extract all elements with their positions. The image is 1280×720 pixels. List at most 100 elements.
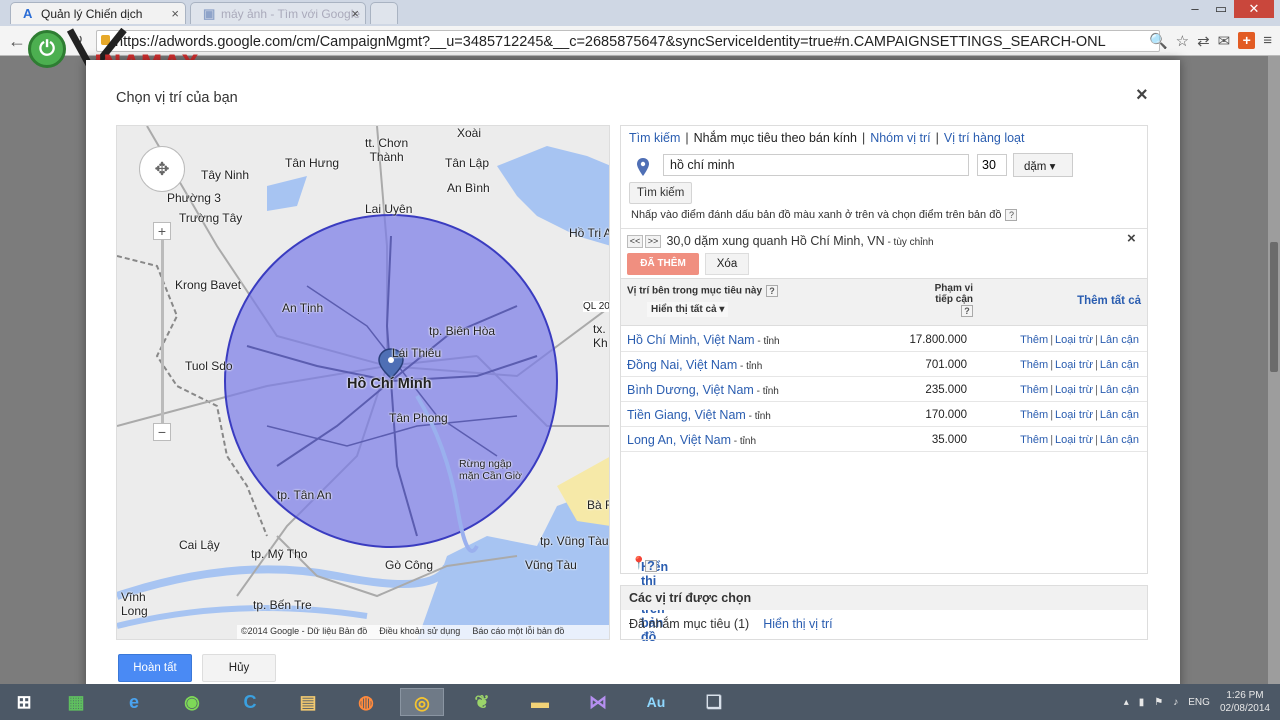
mode-radius-link[interactable]: Nhắm mục tiêu theo bán kính (694, 131, 857, 145)
internet-explorer-icon[interactable]: e (112, 688, 156, 716)
row-actions: Thêm | Loại trừ | Lân cận (1020, 334, 1139, 346)
location-link[interactable]: Long An, Việt Nam - tỉnh (627, 433, 756, 447)
map-pan-control-icon[interactable]: ✥ (139, 146, 185, 192)
add-link[interactable]: Thêm (1020, 434, 1048, 446)
dialog-close-icon[interactable]: × (1136, 84, 1148, 107)
tab-campaign-management[interactable]: A Quản lý Chiến dịch × (10, 2, 186, 24)
remove-result-icon[interactable]: × (1127, 230, 1136, 247)
app-green-icon[interactable]: ◉ (170, 688, 214, 716)
flag-icon[interactable]: ⚑ (1154, 697, 1163, 708)
show-locations-link[interactable]: Hiển thị vị trí (763, 617, 832, 631)
location-pin-icon[interactable] (637, 158, 649, 176)
folder-icon[interactable]: ▬ (518, 688, 562, 716)
zoom-out-button[interactable]: − (153, 423, 171, 441)
remove-button[interactable]: Xóa (705, 253, 749, 275)
nearby-link[interactable]: Lân cận (1100, 359, 1139, 371)
map-label: Xoài (457, 126, 482, 140)
add-link[interactable]: Thêm (1020, 384, 1048, 396)
search-button[interactable]: Tìm kiếm (629, 182, 693, 204)
visual-studio-icon[interactable]: ⋈ (576, 688, 620, 716)
tab-close-icon[interactable]: × (171, 6, 179, 21)
windows-start-icon[interactable]: ⊞ (2, 688, 46, 716)
map-report-link[interactable]: Báo cáo một lỗi bản đồ (472, 626, 564, 638)
mode-search-link[interactable]: Tìm kiếm (629, 131, 680, 145)
firefox-icon[interactable]: ◍ (344, 688, 388, 716)
location-link[interactable]: Tiền Giang, Việt Nam - tỉnh (627, 408, 771, 422)
chrome-icon[interactable]: ◎ (400, 688, 444, 716)
map-label: Tây Ninh (201, 168, 250, 182)
column-header-location: Vị trí bên trong mục tiêu này? (627, 285, 779, 297)
help-icon[interactable]: ? (1005, 209, 1018, 222)
add-link[interactable]: Thêm (1020, 409, 1048, 421)
row-actions: Thêm | Loại trừ | Lân cận (1020, 384, 1139, 396)
network-icon[interactable]: ▮ (1139, 697, 1145, 708)
exclude-link[interactable]: Loại trừ (1055, 334, 1093, 346)
add-all-link[interactable]: Thêm tất cả (1077, 295, 1141, 307)
zoom-in-button[interactable]: + (153, 222, 171, 240)
bookmark-star-icon[interactable]: ☆ (1176, 32, 1189, 50)
mode-group-link[interactable]: Nhóm vị trí (870, 131, 930, 145)
exclude-link[interactable]: Loại trừ (1055, 359, 1093, 371)
map-view[interactable]: ✥ + − Xoài tt. Chơn Thành Tây Ninh Phườn… (116, 125, 610, 640)
google-plus-icon[interactable]: + (1238, 32, 1256, 49)
add-link[interactable]: Thêm (1020, 334, 1048, 346)
app-document-icon[interactable]: ❏ (692, 688, 736, 716)
prev-arrow-icon[interactable]: << (627, 235, 643, 249)
audition-icon[interactable]: Au (634, 688, 678, 716)
cancel-button[interactable]: Hủy (202, 654, 276, 682)
show-all-dropdown[interactable]: Hiển thị tất cả ▾ (647, 302, 729, 317)
zoom-icon[interactable]: 🔍 (1149, 32, 1168, 50)
next-arrow-icon[interactable]: >> (645, 235, 661, 249)
map-label: Vĩnh Long (121, 590, 148, 618)
table-row: Hồ Chí Minh, Việt Nam - tỉnh 17.800.000 … (621, 327, 1147, 352)
app-leaf-icon[interactable]: ❦ (460, 688, 504, 716)
mode-bulk-link[interactable]: Vị trí hàng loạt (944, 131, 1025, 145)
help-icon[interactable]: ? (645, 560, 657, 572)
location-link[interactable]: Hồ Chí Minh, Việt Nam - tỉnh (627, 333, 780, 347)
exclude-link[interactable]: Loại trừ (1055, 409, 1093, 421)
done-button[interactable]: Hoàn tất (118, 654, 192, 682)
file-explorer-icon[interactable]: ▤ (286, 688, 330, 716)
location-search-input[interactable] (663, 154, 969, 176)
exclude-link[interactable]: Loại trừ (1055, 384, 1093, 396)
maximize-icon[interactable]: ▭ (1208, 0, 1234, 18)
nearby-link[interactable]: Lân cận (1100, 384, 1139, 396)
url-field[interactable]: https://adwords.google.com/cm/CampaignMg… (96, 30, 1160, 52)
add-link[interactable]: Thêm (1020, 359, 1048, 371)
radius-unit-select[interactable]: dặm ▾ (1013, 153, 1073, 177)
location-link[interactable]: Đồng Nai, Việt Nam - tỉnh (627, 358, 762, 372)
window-close-icon[interactable]: ✕ (1234, 0, 1274, 18)
location-link[interactable]: Bình Dương, Việt Nam - tỉnh (627, 383, 779, 397)
help-icon[interactable]: ? (961, 305, 973, 317)
radius-input[interactable] (977, 154, 1007, 176)
scrollbar-thumb[interactable] (1270, 242, 1278, 372)
clock[interactable]: 1:26 PM 02/08/2014 (1220, 689, 1270, 715)
ccleaner-icon[interactable]: C (228, 688, 272, 716)
new-tab-button[interactable] (370, 2, 398, 24)
targeting-mode-links: Tìm kiếm | Nhắm mục tiêu theo bán kính | Nhó… (629, 131, 1025, 145)
menu-icon[interactable]: ≡ (1263, 32, 1272, 50)
language-indicator[interactable]: ENG (1188, 697, 1210, 708)
tab-google-search[interactable]: ▣ máy ảnh - Tìm với Google × (190, 2, 366, 24)
targeting-panel: Tìm kiếm | Nhắm mục tiêu theo bán kính | Nhó… (620, 125, 1148, 553)
gmail-icon[interactable]: ✉ (1218, 32, 1231, 50)
exclude-link[interactable]: Loại trừ (1055, 434, 1093, 446)
tab-close-icon[interactable]: × (351, 6, 359, 21)
map-terms-link[interactable]: Điều khoản sử dụng (379, 626, 460, 638)
page-scrollbar[interactable] (1268, 56, 1280, 684)
targeted-count: Đã nhắm mục tiêu (1) (629, 617, 750, 631)
nearby-link[interactable]: Lân cận (1100, 334, 1139, 346)
minimize-icon[interactable]: – (1182, 0, 1208, 18)
excel-icon[interactable]: ▦ (54, 688, 98, 716)
show-on-map-link[interactable]: 📍 Hiển thị vị trí trên bản đồ? (631, 556, 668, 644)
nearby-link[interactable]: Lân cận (1100, 434, 1139, 446)
column-header-location-text: Vị trí bên trong mục tiêu này (627, 285, 763, 297)
added-button[interactable]: ĐÃ THÊM (627, 253, 699, 275)
help-icon[interactable]: ? (766, 285, 779, 297)
zoom-slider-track[interactable] (161, 239, 164, 429)
nearby-link[interactable]: Lân cận (1100, 409, 1139, 421)
translate-icon[interactable]: ⇄ (1197, 32, 1210, 50)
tray-arrow-icon[interactable]: ▴ (1124, 697, 1129, 708)
volume-icon[interactable]: ♪ (1173, 697, 1178, 708)
back-arrow-icon[interactable]: ← (8, 32, 26, 50)
